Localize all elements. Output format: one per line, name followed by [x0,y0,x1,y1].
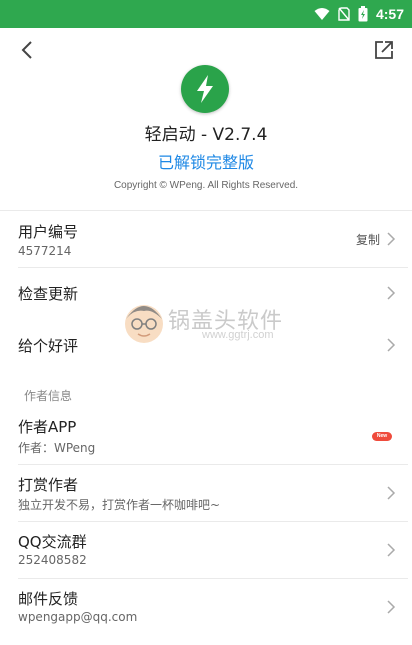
chevron-right-icon [387,232,396,246]
author-app-row[interactable]: 作者APP 作者：WPeng New [0,408,412,464]
qq-group-number: 252408582 [18,553,87,567]
open-external-icon [375,41,393,59]
battery-icon [358,6,368,22]
user-id-value: 4577214 [18,244,72,258]
chevron-right-icon [387,486,396,500]
tip-author-subtitle: 独立开发不易，打赏作者一杯咖啡吧~ [18,498,221,512]
check-update-title: 检查更新 [18,285,79,303]
status-bar: 4:57 [0,0,412,28]
qq-group-row[interactable]: QQ交流群 252408582 [0,522,412,578]
user-id-row[interactable]: 用户编号 4577214 复制 [0,211,412,267]
back-arrow-icon [21,41,32,59]
qq-group-title: QQ交流群 [18,533,87,551]
new-badge: New [372,432,392,441]
author-app-title: 作者APP [18,418,77,436]
app-title: 轻启动 - V2.7.4 [144,125,268,145]
email-feedback-address: wpengapp@qq.com [18,610,138,624]
rate-title: 给个好评 [18,337,79,355]
lightning-bolt-icon [197,75,213,103]
tip-author-title: 打赏作者 [18,476,79,494]
user-id-title: 用户编号 [18,223,79,241]
email-feedback-row[interactable]: 邮件反馈 wpengapp@qq.com [0,579,412,635]
watermark-mascot-icon [125,305,163,343]
no-sim-icon [338,7,350,21]
email-feedback-title: 邮件反馈 [18,590,79,608]
copy-label[interactable]: 复制 [356,231,380,248]
author-app-subtitle: 作者：WPeng [18,441,96,455]
chevron-right-icon [387,338,396,352]
status-time: 4:57 [375,6,404,22]
status-icons: 4:57 [314,0,404,28]
open-external-button[interactable] [370,36,398,64]
chevron-right-icon [387,543,396,557]
chevron-right-icon [387,600,396,614]
unlock-status-link[interactable]: 已解锁完整版 [0,149,412,173]
chevron-right-icon [387,286,396,300]
watermark: 锅盖头软件 www.ggtrj.com [122,295,302,355]
back-button[interactable] [14,36,42,64]
author-section-heading: 作者信息 [24,389,73,403]
wifi-icon [314,8,330,20]
tip-author-row[interactable]: 打赏作者 独立开发不易，打赏作者一杯咖啡吧~ [0,465,412,521]
app-logo [181,65,229,113]
top-bar [0,28,412,68]
copyright-text: Copyright © WPeng. All Rights Reserved. [113,180,299,191]
watermark-url: www.ggtrj.com [202,329,274,341]
